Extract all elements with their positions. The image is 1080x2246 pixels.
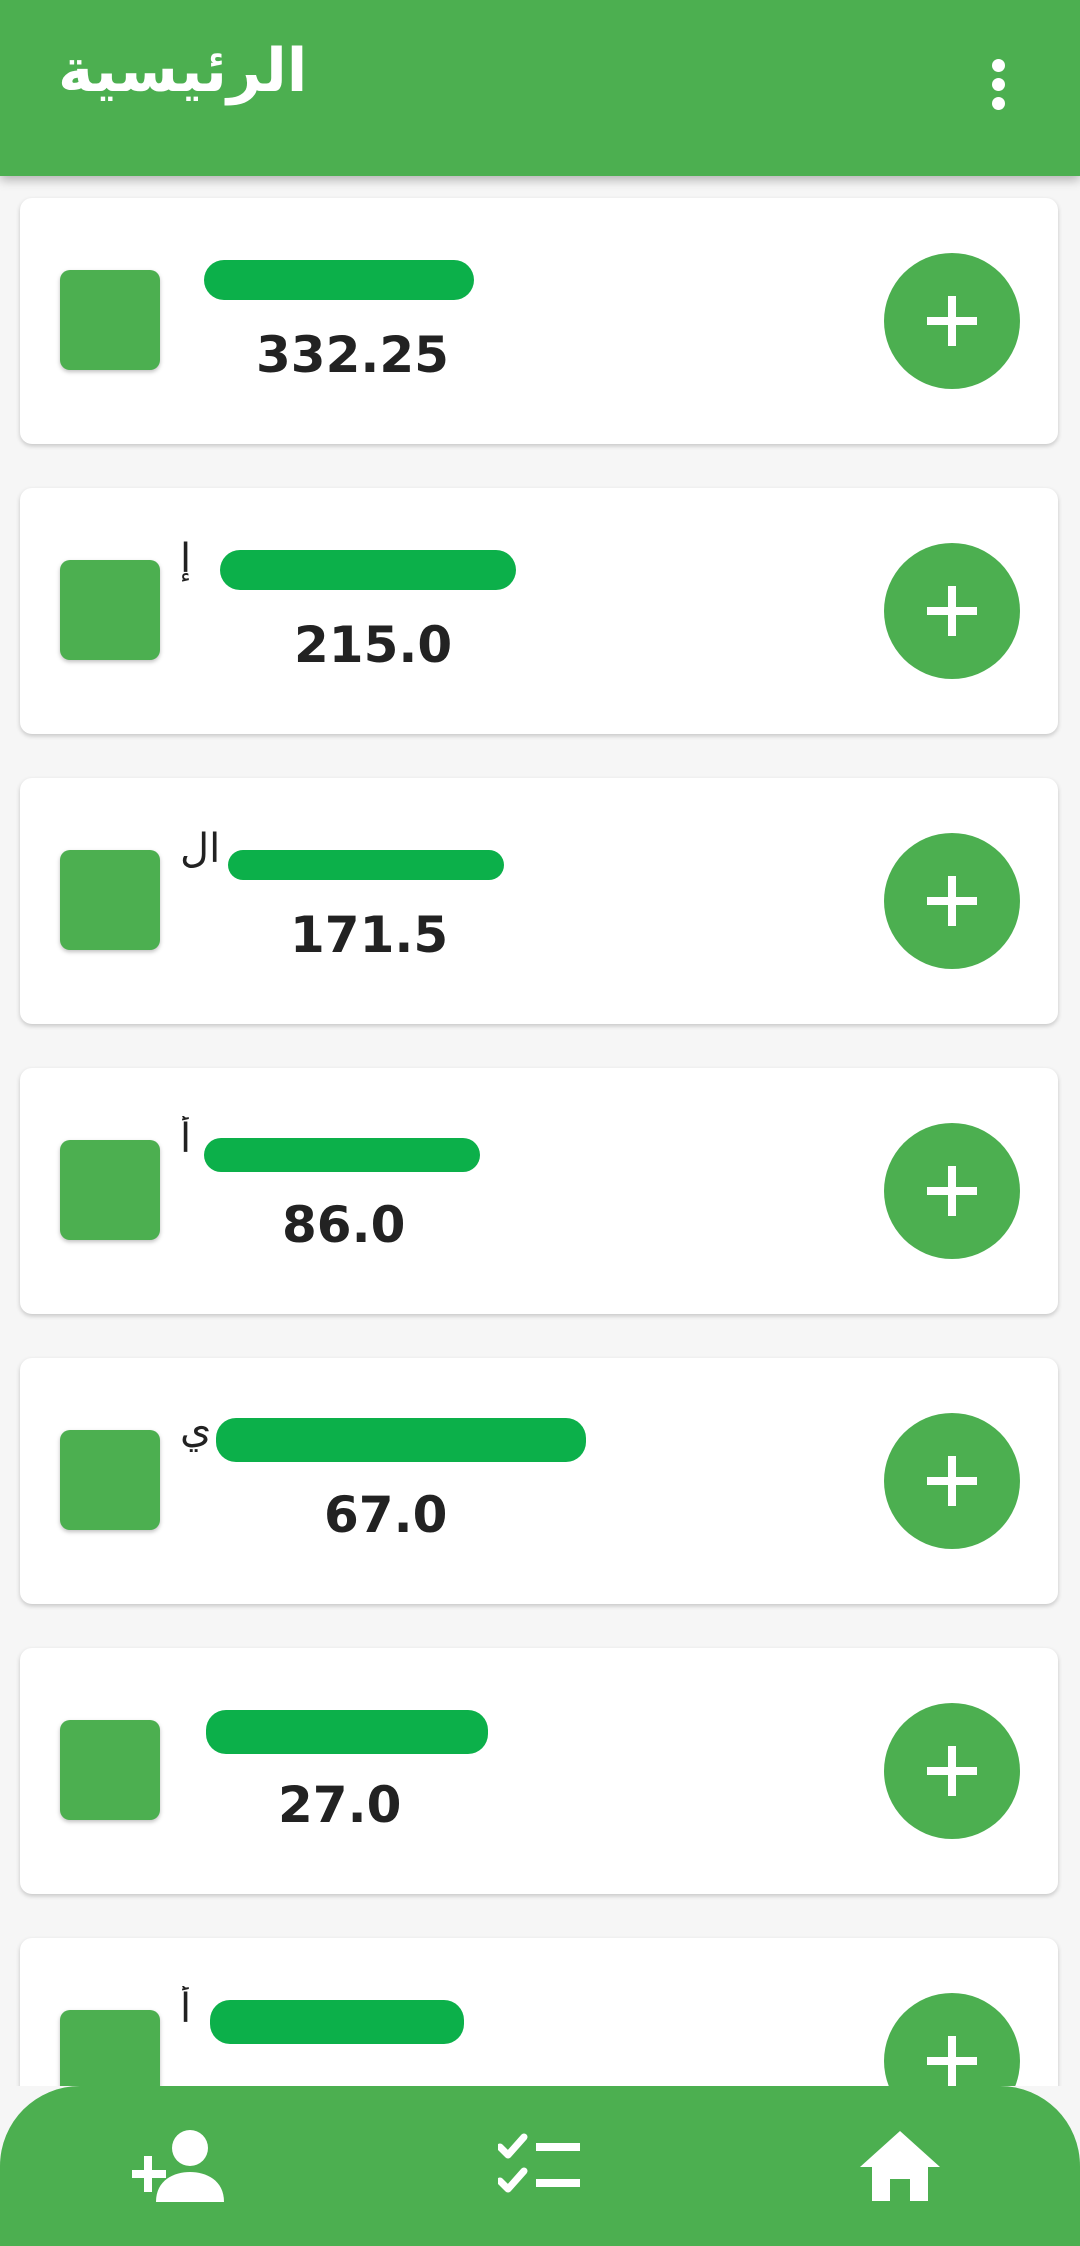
list-item[interactable]: ال 171.5 bbox=[20, 778, 1058, 1024]
plus-icon bbox=[927, 2036, 977, 2086]
add-button[interactable] bbox=[884, 1993, 1020, 2086]
list-item[interactable]: إ 215.0 bbox=[20, 488, 1058, 734]
home-icon bbox=[860, 2131, 940, 2201]
redaction-mark bbox=[204, 260, 474, 300]
item-checkbox[interactable] bbox=[60, 1720, 160, 1820]
redaction-mark bbox=[216, 1418, 586, 1462]
add-button[interactable] bbox=[884, 253, 1020, 389]
nav-checklist[interactable] bbox=[450, 2086, 630, 2246]
app-bar: الرئيسية bbox=[0, 0, 1080, 176]
page-title: الرئيسية bbox=[58, 36, 308, 106]
add-button[interactable] bbox=[884, 833, 1020, 969]
item-amount: 215.0 bbox=[294, 616, 453, 674]
plus-icon bbox=[927, 586, 977, 636]
items-list[interactable]: 332.25 إ 215.0 ال 171.5 أ 86.0 ي 67.0 27… bbox=[0, 176, 1080, 2086]
bottom-navigation bbox=[0, 2086, 1080, 2246]
checklist-icon bbox=[498, 2133, 580, 2193]
add-button[interactable] bbox=[884, 543, 1020, 679]
redaction-mark bbox=[220, 550, 516, 590]
redaction-mark bbox=[228, 850, 504, 880]
item-amount: 171.5 bbox=[290, 906, 449, 964]
item-checkbox[interactable] bbox=[60, 270, 160, 370]
person-add-icon bbox=[132, 2130, 224, 2202]
plus-icon bbox=[927, 296, 977, 346]
list-item[interactable]: أ bbox=[20, 1938, 1058, 2086]
more-vert-icon[interactable] bbox=[966, 46, 1030, 122]
redaction-mark bbox=[206, 1710, 488, 1754]
redaction-mark bbox=[204, 1138, 480, 1172]
plus-icon bbox=[927, 1166, 977, 1216]
item-amount: 86.0 bbox=[282, 1196, 406, 1254]
add-button[interactable] bbox=[884, 1413, 1020, 1549]
item-checkbox[interactable] bbox=[60, 560, 160, 660]
list-item[interactable]: 332.25 bbox=[20, 198, 1058, 444]
add-button[interactable] bbox=[884, 1123, 1020, 1259]
item-checkbox[interactable] bbox=[60, 1140, 160, 1240]
item-amount: 27.0 bbox=[278, 1776, 402, 1834]
plus-icon bbox=[927, 876, 977, 926]
add-button[interactable] bbox=[884, 1703, 1020, 1839]
item-amount: 332.25 bbox=[256, 326, 449, 384]
list-item[interactable]: ي 67.0 bbox=[20, 1358, 1058, 1604]
plus-icon bbox=[927, 1456, 977, 1506]
item-checkbox[interactable] bbox=[60, 1430, 160, 1530]
nav-home[interactable] bbox=[810, 2086, 990, 2246]
item-amount: 67.0 bbox=[324, 1486, 448, 1544]
plus-icon bbox=[927, 1746, 977, 1796]
item-checkbox[interactable] bbox=[60, 2010, 160, 2086]
list-item[interactable]: 27.0 bbox=[20, 1648, 1058, 1894]
item-checkbox[interactable] bbox=[60, 850, 160, 950]
redaction-mark bbox=[210, 2000, 464, 2044]
nav-add-person[interactable] bbox=[90, 2086, 270, 2246]
list-item[interactable]: أ 86.0 bbox=[20, 1068, 1058, 1314]
